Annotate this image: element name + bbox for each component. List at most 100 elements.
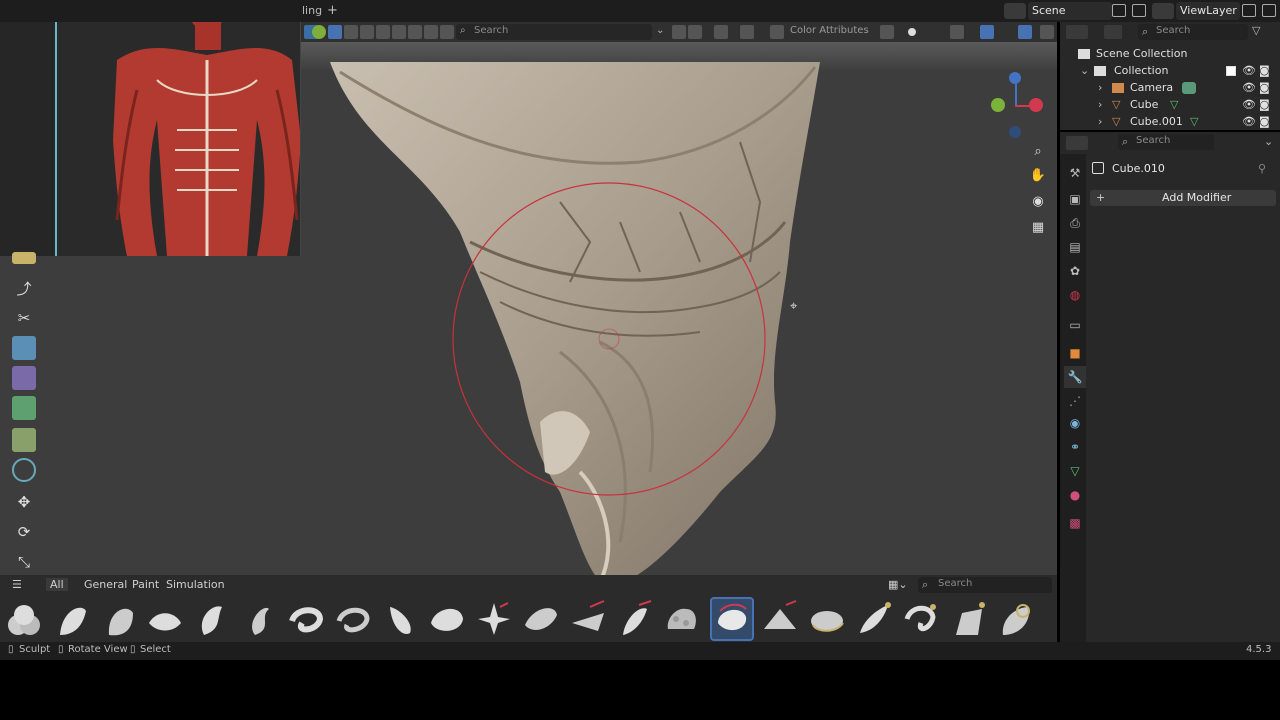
outliner-item-camera[interactable]: › Camera 👁 ◙ bbox=[1060, 79, 1280, 96]
outliner-item-cube[interactable]: › ▽ Cube ▽ 👁 ◙ bbox=[1060, 96, 1280, 113]
brush-snake-hook[interactable] bbox=[331, 597, 375, 641]
pin-icon[interactable]: ⚲ bbox=[1258, 162, 1266, 175]
viewlayer-selector-icon[interactable] bbox=[1152, 3, 1174, 19]
shading-icon[interactable] bbox=[312, 25, 326, 39]
bookmark-icon[interactable] bbox=[672, 25, 686, 39]
eye-icon[interactable]: 👁 bbox=[1242, 64, 1256, 77]
3d-viewport[interactable]: ⌖ ⌕ Search ⌄ Color Attributes ⤴ ✂ ✥ ⟳ ⤡ … bbox=[0, 22, 1057, 642]
properties-search[interactable]: ⌕ Search bbox=[1118, 134, 1214, 150]
chevron-right-icon[interactable]: › bbox=[1098, 115, 1102, 128]
editor-type-icon[interactable] bbox=[1066, 136, 1088, 150]
constraints-tab-icon[interactable]: ⚭ bbox=[1064, 436, 1086, 458]
brush-draw-sharp[interactable] bbox=[237, 597, 281, 641]
chevron-right-icon[interactable]: › bbox=[1098, 81, 1102, 94]
tab-all[interactable]: All bbox=[46, 578, 68, 591]
collection-tab-icon[interactable]: ▭ bbox=[1064, 314, 1086, 336]
shelf-search[interactable]: ⌕ Search bbox=[918, 577, 1052, 593]
y-axis-icon[interactable] bbox=[991, 98, 1005, 112]
navigation-gizmo[interactable] bbox=[985, 72, 1049, 142]
modifier-tab-icon[interactable]: 🔧 bbox=[1064, 366, 1086, 388]
brush-fill[interactable] bbox=[566, 597, 610, 641]
grid-toggle-icon[interactable]: ▦ bbox=[1027, 216, 1049, 238]
rotate-icon[interactable]: ⟳ bbox=[12, 520, 36, 544]
layout-icon[interactable] bbox=[688, 25, 702, 39]
output-tab-icon[interactable]: ⎙ bbox=[1064, 212, 1086, 234]
select-subtract-icon[interactable] bbox=[376, 25, 390, 39]
camera-render-icon[interactable]: ◙ bbox=[1259, 81, 1270, 94]
brush-layer[interactable] bbox=[425, 597, 469, 641]
eye-icon[interactable]: 👁 bbox=[1242, 98, 1256, 111]
brush-clay[interactable] bbox=[50, 597, 94, 641]
workspace-tab[interactable]: ling bbox=[302, 4, 322, 17]
material-tab-icon[interactable]: ● bbox=[1064, 484, 1086, 506]
checkbox-icon[interactable] bbox=[1226, 66, 1236, 76]
box-mask-icon[interactable] bbox=[12, 336, 36, 360]
texture-tab-icon[interactable]: ▩ bbox=[1064, 512, 1086, 534]
brush-clay-strips[interactable] bbox=[97, 597, 141, 641]
new-scene-icon[interactable] bbox=[1112, 4, 1126, 17]
brush-elastic[interactable] bbox=[284, 597, 328, 641]
move-icon[interactable]: ✥ bbox=[12, 490, 36, 514]
line-project-icon[interactable]: ✂ bbox=[12, 306, 36, 330]
z-axis-icon[interactable] bbox=[1009, 72, 1021, 84]
camera-render-icon[interactable]: ◙ bbox=[1259, 64, 1270, 77]
scene-tab-icon[interactable]: ✿ bbox=[1064, 260, 1086, 282]
eye-icon[interactable]: 👁 bbox=[1242, 81, 1256, 94]
brush-draw[interactable] bbox=[190, 597, 234, 641]
select-icon[interactable] bbox=[344, 25, 358, 39]
scale-icon[interactable]: ⤡ bbox=[12, 550, 36, 574]
tab-paint[interactable]: Paint bbox=[132, 578, 159, 591]
data-tab-icon[interactable]: ▽ bbox=[1064, 460, 1086, 482]
neg-z-axis-icon[interactable] bbox=[1009, 126, 1021, 138]
brush-pose[interactable] bbox=[946, 597, 990, 641]
editor-type-icon[interactable] bbox=[1066, 25, 1088, 39]
scene-field[interactable]: Scene bbox=[1028, 2, 1112, 20]
render-tab-icon[interactable]: ▣ bbox=[1064, 188, 1086, 210]
brush-inflate[interactable] bbox=[378, 597, 422, 641]
select-extend-icon[interactable] bbox=[360, 25, 374, 39]
brush-flatten[interactable] bbox=[519, 597, 563, 641]
lasso-tool-icon[interactable]: ⤴ bbox=[12, 276, 36, 300]
view-layer-tab-icon[interactable]: ▤ bbox=[1064, 236, 1086, 258]
camera-render-icon[interactable]: ◙ bbox=[1259, 98, 1270, 111]
scene-selector-icon[interactable] bbox=[1004, 3, 1026, 19]
color-attributes-icon[interactable] bbox=[770, 25, 784, 39]
particles-tab-icon[interactable]: ⋰ bbox=[1064, 390, 1086, 412]
collection-row[interactable]: ⌄ Collection 👁 ◙ bbox=[1060, 62, 1280, 79]
zoom-icon[interactable]: ⌕ bbox=[1027, 140, 1049, 162]
viewlayer-field[interactable]: ViewLayer bbox=[1176, 2, 1240, 20]
overlay-toggle-icon[interactable] bbox=[1018, 25, 1032, 39]
camera-render-icon[interactable]: ◙ bbox=[1259, 115, 1270, 128]
box-trim-icon[interactable] bbox=[12, 428, 36, 452]
chevron-down-icon[interactable]: ⌄ bbox=[1080, 64, 1089, 77]
hand-pan-icon[interactable]: ✋ bbox=[1027, 164, 1049, 186]
filter-icon[interactable] bbox=[714, 25, 728, 39]
brush-smooth-selected[interactable] bbox=[710, 597, 754, 641]
shelf-display-icon[interactable]: ▦⌄ bbox=[888, 578, 908, 591]
select-intersect-icon[interactable] bbox=[408, 25, 422, 39]
scene-collection-row[interactable]: Scene Collection bbox=[1060, 45, 1280, 62]
brush-rotate[interactable] bbox=[805, 597, 849, 641]
mesh-filter-icon[interactable] bbox=[12, 458, 36, 482]
tab-simulation[interactable]: Simulation bbox=[166, 578, 225, 591]
viewport-search[interactable]: ⌕ Search bbox=[456, 24, 652, 40]
outliner-search[interactable]: ⌕ Search bbox=[1138, 24, 1248, 40]
outliner-item-cube-001[interactable]: › ▽ Cube.001 ▽ 👁 ◙ bbox=[1060, 113, 1280, 130]
world-tab-icon[interactable]: ◍ bbox=[1064, 284, 1086, 306]
menu-icon[interactable]: ☰ bbox=[12, 578, 22, 591]
brush-nudge[interactable] bbox=[899, 597, 943, 641]
brush-pinch[interactable] bbox=[472, 597, 516, 641]
delete-viewlayer-icon[interactable] bbox=[1262, 4, 1276, 17]
symmetry-icon[interactable] bbox=[880, 25, 894, 39]
dyntopo-icon[interactable] bbox=[908, 28, 916, 36]
physics-tab-icon[interactable]: ◉ bbox=[1064, 412, 1086, 434]
brush-thumb[interactable] bbox=[852, 597, 896, 641]
new-viewlayer-icon[interactable] bbox=[1242, 4, 1256, 17]
delete-scene-icon[interactable] bbox=[1132, 4, 1146, 17]
chevron-down-icon[interactable]: ⌄ bbox=[1264, 135, 1273, 148]
select-box-icon[interactable] bbox=[328, 25, 342, 39]
brush-tool-icon[interactable] bbox=[12, 252, 36, 264]
mask-icon[interactable] bbox=[424, 25, 438, 39]
eye-icon[interactable]: 👁 bbox=[1242, 115, 1256, 128]
brush-blob[interactable] bbox=[2, 597, 46, 641]
